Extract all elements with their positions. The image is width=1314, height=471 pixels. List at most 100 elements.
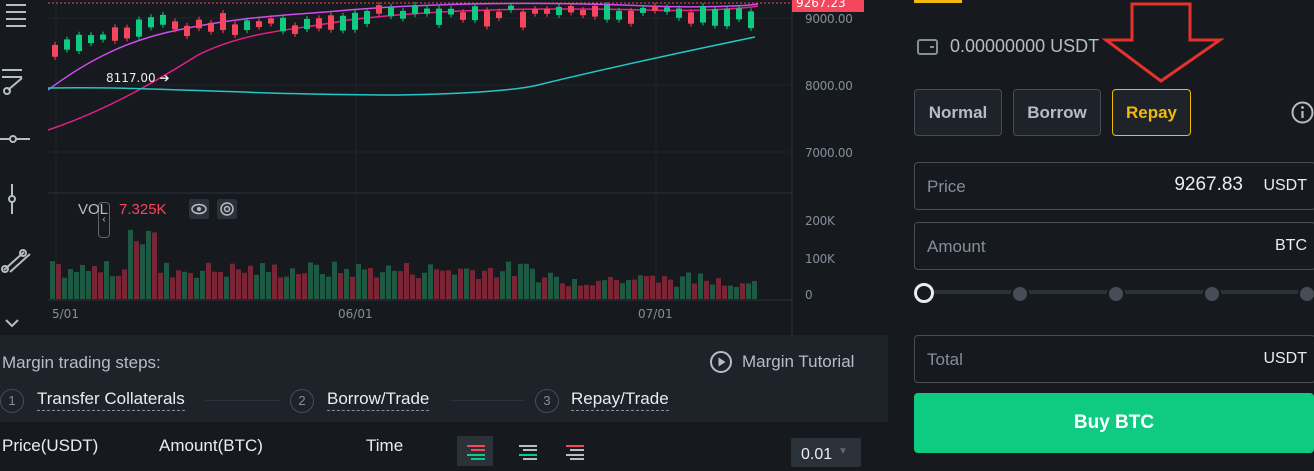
volume-axis-tick: 0: [805, 288, 813, 302]
candle: [340, 15, 346, 31]
volume-bar: [314, 264, 319, 299]
candle: [460, 12, 466, 20]
slider-step-100[interactable]: [1298, 285, 1314, 303]
candle: [604, 5, 610, 20]
candlestick-chart[interactable]: 9000.00 8000.00 7000.00 9267.23 8117.00 …: [48, 0, 890, 335]
mode-repay-button[interactable]: Repay: [1112, 89, 1191, 136]
margin-tutorial-label: Margin Tutorial: [742, 352, 855, 371]
candle: [472, 6, 478, 21]
volume-bar: [338, 272, 343, 299]
volume-bar: [278, 277, 283, 299]
date-axis-tick: 5/01: [52, 307, 79, 321]
chevron-down-icon: ▼: [838, 446, 848, 457]
step-transfer-collaterals-link[interactable]: Transfer Collaterals: [37, 389, 185, 411]
volume-bar: [446, 270, 451, 299]
volume-bar: [188, 273, 193, 299]
volume-bar: [644, 276, 649, 299]
volume-bar: [752, 281, 757, 299]
volume-bar: [434, 269, 439, 299]
candle: [664, 7, 670, 12]
horizontal-ray-icon[interactable]: [0, 122, 34, 156]
volume-bar: [662, 276, 667, 299]
volume-axis-tick: 100K: [805, 252, 835, 266]
available-balance: 0.00000000 USDT: [916, 36, 1099, 57]
order-book-bids-icon[interactable]: [509, 436, 545, 466]
volume-bar: [566, 286, 571, 299]
volume-bar: [398, 271, 403, 299]
volume-bar: [668, 279, 673, 299]
volume-bar: [218, 271, 223, 299]
candle: [232, 24, 238, 35]
step-repay-trade-link[interactable]: Repay/Trade: [571, 389, 669, 411]
step-number: 2: [290, 389, 314, 413]
volume-bar: [362, 269, 367, 299]
volume-indicator-value: 7.325K: [119, 201, 167, 218]
order-book-both-icon[interactable]: [457, 436, 493, 466]
volume-bar: [98, 272, 103, 299]
price-input[interactable]: Price 9267.83 USDT: [914, 162, 1314, 210]
candle: [352, 12, 358, 30]
annotation-value: 8117.00: [106, 71, 156, 85]
total-input[interactable]: Total USDT: [914, 335, 1314, 383]
candle: [412, 5, 418, 15]
settings-icon[interactable]: [217, 199, 237, 219]
volume-bar: [368, 268, 373, 299]
eye-icon[interactable]: [189, 199, 209, 219]
parallel-channel-icon[interactable]: [0, 242, 34, 276]
volume-bar: [320, 274, 325, 299]
volume-bar: [458, 268, 463, 299]
buy-btc-button[interactable]: Buy BTC: [914, 393, 1314, 453]
step-borrow-trade-link[interactable]: Borrow/Trade: [327, 389, 430, 411]
order-book-asks-icon[interactable]: [556, 436, 592, 466]
candle: [640, 7, 646, 13]
volume-bar: [734, 286, 739, 299]
date-axis-tick: 06/01: [338, 307, 373, 321]
volume-bar: [224, 276, 229, 299]
candle: [364, 10, 370, 24]
volume-bar: [140, 244, 145, 299]
price-axis-tick: 7000.00: [805, 146, 853, 160]
price-unit: USDT: [1263, 177, 1307, 194]
margin-tutorial-link[interactable]: Margin Tutorial: [709, 350, 854, 374]
volume-bar: [74, 271, 79, 299]
info-icon[interactable]: [1291, 101, 1314, 124]
volume-bar: [134, 241, 139, 299]
candle: [220, 13, 226, 31]
candle: [628, 10, 634, 24]
wallet-icon: [917, 38, 938, 55]
volume-axis-tick: 200K: [805, 214, 835, 228]
mode-normal-button[interactable]: Normal: [914, 89, 1002, 136]
candle: [172, 21, 178, 30]
volume-bar: [656, 282, 661, 299]
slider-handle[interactable]: [914, 283, 934, 303]
trend-line-tool-icon[interactable]: [0, 64, 34, 98]
slider-step-75[interactable]: [1203, 285, 1221, 303]
step-number: 3: [535, 389, 559, 413]
volume-bar: [590, 285, 595, 299]
slider-step-25[interactable]: [1011, 285, 1029, 303]
vertical-line-icon[interactable]: [0, 182, 34, 216]
volume-bar: [632, 279, 637, 299]
candle: [148, 17, 154, 28]
moving-average-line: [48, 36, 756, 96]
volume-bar: [512, 275, 517, 299]
mode-borrow-button[interactable]: Borrow: [1013, 89, 1101, 136]
volume-bar: [182, 271, 187, 299]
candle: [112, 27, 118, 41]
candle: [652, 5, 658, 11]
amount-input[interactable]: Amount BTC: [914, 222, 1314, 270]
slider-step-50[interactable]: [1107, 285, 1125, 303]
precision-select[interactable]: 0.01 ▼: [791, 438, 861, 467]
volume-bar: [194, 277, 199, 299]
volume-bar: [116, 275, 121, 299]
moving-average-line: [48, 5, 759, 131]
horizontal-lines-icon[interactable]: [0, 0, 34, 34]
volume-bar: [380, 272, 385, 299]
volume-bar: [500, 271, 505, 299]
volume-bar: [236, 269, 241, 299]
last-price-label: 9267.23: [792, 0, 864, 12]
more-tools-chevron-down-icon[interactable]: [0, 300, 34, 335]
volume-bar: [296, 274, 301, 299]
volume-bar: [476, 278, 481, 299]
candle: [136, 19, 142, 37]
